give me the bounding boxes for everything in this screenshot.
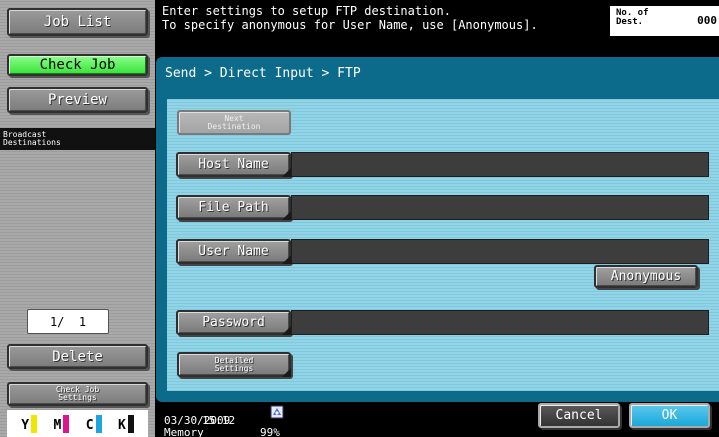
- detailed-settings-button[interactable]: Detailed Settings: [177, 352, 291, 377]
- host-name-field[interactable]: [291, 152, 709, 177]
- job-list-button[interactable]: Job List: [7, 8, 148, 36]
- breadcrumb: Send > Direct Input > FTP: [165, 66, 361, 81]
- destination-count-value: 000: [697, 14, 717, 27]
- user-name-button[interactable]: User Name: [176, 239, 291, 264]
- footer-memory-value: 99%: [260, 426, 280, 437]
- footer-memory-label: Memory: [164, 426, 204, 437]
- toner-m: M: [53, 414, 70, 433]
- ok-button[interactable]: OK: [629, 403, 710, 428]
- file-path-field[interactable]: [291, 195, 709, 220]
- left-panel: Job List Check Job Preview Broadcast Des…: [0, 0, 155, 437]
- password-field[interactable]: [291, 310, 709, 335]
- delete-button[interactable]: Delete: [7, 344, 148, 369]
- broadcast-destinations-label: Broadcast Destinations: [0, 128, 155, 150]
- toner-m-bar: [63, 414, 70, 433]
- next-destination-button[interactable]: Next Destination: [177, 110, 291, 135]
- toner-levels: Y M C K: [7, 410, 148, 437]
- password-button[interactable]: Password: [176, 310, 291, 335]
- destination-count-label: No. of Dest.: [616, 8, 649, 27]
- page-indicator: 1/ 1: [27, 309, 109, 334]
- toner-c: C: [86, 414, 102, 433]
- file-path-button[interactable]: File Path: [176, 195, 291, 220]
- cancel-button[interactable]: Cancel: [538, 403, 620, 428]
- check-job-settings-button[interactable]: Check Job Settings: [7, 382, 148, 406]
- anonymous-button[interactable]: Anonymous: [594, 265, 698, 288]
- toner-c-bar: [95, 414, 102, 433]
- network-status-icon: [270, 405, 284, 419]
- check-job-button[interactable]: Check Job: [7, 54, 148, 76]
- toner-y-bar: [31, 414, 38, 433]
- host-name-button[interactable]: Host Name: [176, 152, 291, 177]
- footer-time-text: 15:12: [202, 414, 236, 427]
- preview-button[interactable]: Preview: [7, 87, 148, 113]
- toner-k: K: [118, 414, 134, 433]
- destination-count-box: No. of Dest. 000: [610, 6, 719, 36]
- user-name-field[interactable]: [291, 239, 709, 264]
- toner-k-bar: [127, 414, 134, 433]
- toner-y: Y: [21, 414, 38, 433]
